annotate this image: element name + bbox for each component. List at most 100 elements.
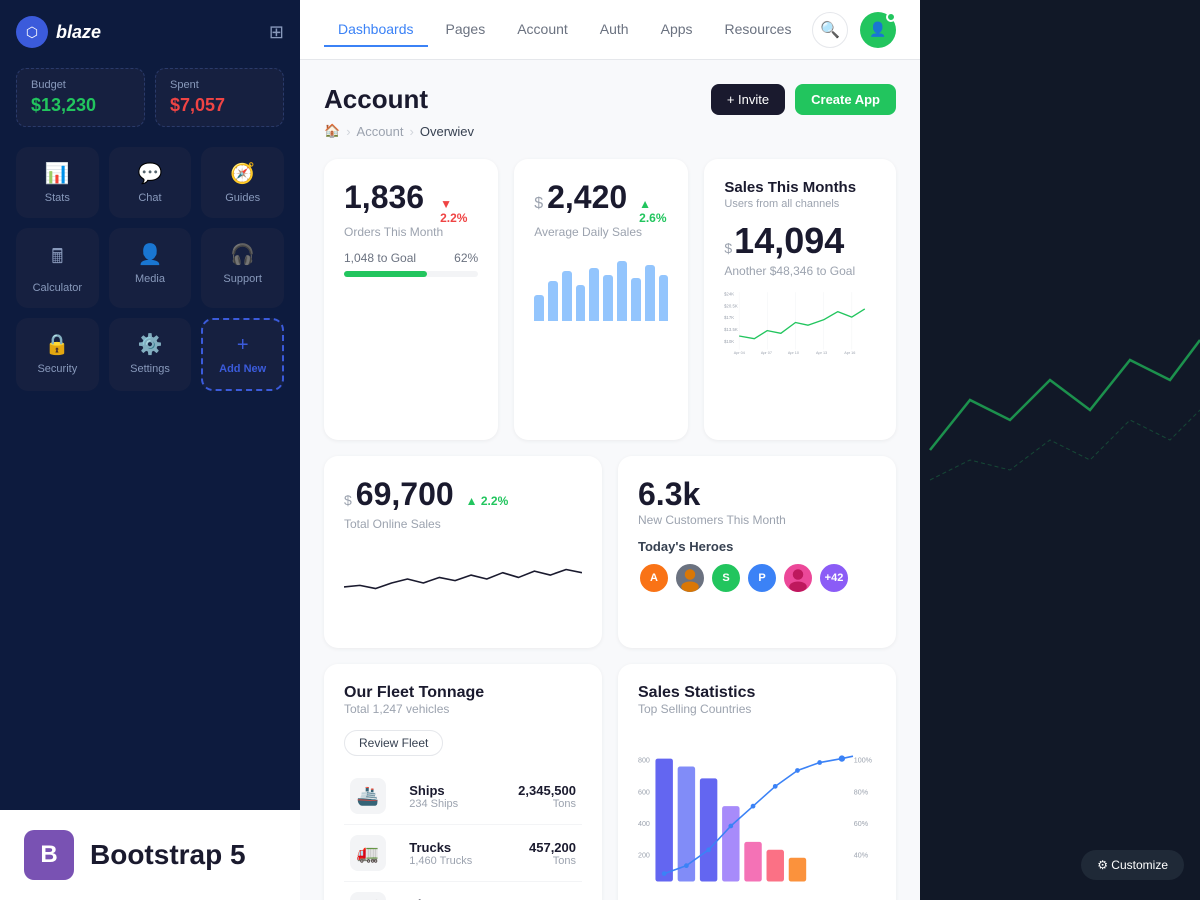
online-indicator (886, 12, 896, 22)
menu-icon[interactable]: ⊞ (269, 22, 284, 43)
customize-button[interactable]: ⚙ Customize (1081, 850, 1184, 880)
sidebar-item-label: Security (37, 363, 77, 375)
add-new-label: Add New (219, 363, 266, 375)
plane-value: 1,240 (502, 897, 576, 900)
bar-5 (589, 268, 599, 321)
ship-name: Ships (409, 783, 490, 798)
plane-icon: ✈️ (350, 892, 386, 900)
budget-row: Budget $13,230 Spent $7,057 (16, 68, 284, 127)
bar-7 (617, 261, 627, 321)
header-actions: + Invite Create App (711, 84, 896, 115)
heroes-avatars: A S P +42 (638, 562, 876, 594)
right-panel-content (920, 0, 1200, 40)
bar-10 (659, 275, 669, 321)
sidebar-item-label: Stats (45, 192, 70, 204)
content-area: Account + Invite Create App 🏠 › Account … (300, 60, 920, 900)
fleet-subtitle: Total 1,247 vehicles (344, 702, 582, 716)
total-sales-value: 69,700 (356, 476, 454, 513)
table-row: 🚛 Trucks 1,460 Trucks 457,200 Tons (344, 825, 582, 882)
orders-label: Orders This Month (344, 225, 478, 239)
budget-label: Budget (31, 79, 130, 91)
heroes-section: Today's Heroes A S P +42 (638, 539, 876, 594)
svg-text:Apr 04: Apr 04 (734, 351, 745, 355)
svg-text:100%: 100% (854, 757, 873, 765)
nav-link-apps[interactable]: Apps (647, 13, 707, 47)
sidebar-item-settings[interactable]: ⚙️ Settings (109, 318, 192, 391)
heroes-title: Today's Heroes (638, 539, 876, 554)
create-app-button[interactable]: Create App (795, 84, 896, 115)
sales-month-goal: Another $48,346 to Goal (724, 264, 876, 278)
svg-text:400: 400 (638, 820, 650, 828)
svg-text:$24K: $24K (724, 291, 734, 296)
right-panel: ⚙ Customize (920, 0, 1200, 900)
nav-link-dashboards[interactable]: Dashboards (324, 13, 428, 47)
hero-avatar-3: S (710, 562, 742, 594)
sidebar-item-label: Settings (130, 363, 170, 375)
avg-sales-label: Average Daily Sales (534, 225, 668, 239)
sidebar: ⬡ blaze ⊞ Budget $13,230 Spent $7,057 📊 … (0, 0, 300, 900)
logo-icon: ⬡ (16, 16, 48, 48)
ship-sub: 234 Ships (409, 798, 490, 810)
nav-link-auth[interactable]: Auth (586, 13, 643, 47)
sidebar-item-guides[interactable]: 🧭 Guides (201, 147, 284, 218)
ship-value: 2,345,500 (502, 783, 576, 798)
bar-6 (603, 275, 613, 321)
fleet-title: Our Fleet Tonnage (344, 684, 582, 702)
add-new-button[interactable]: + Add New (201, 318, 284, 391)
sidebar-item-label: Guides (225, 192, 260, 204)
nav-link-account[interactable]: Account (503, 13, 582, 47)
svg-text:Apr 13: Apr 13 (816, 351, 827, 355)
customers-label: New Customers This Month (638, 513, 876, 527)
top-navigation: Dashboards Pages Account Auth Apps Resou… (300, 0, 920, 60)
sidebar-item-calculator[interactable]: 🖩 Calculator (16, 228, 99, 308)
sales-stats-chart: 800 600 400 200 100% 80% 60% 40 (638, 726, 876, 900)
spent-card: Spent $7,057 (155, 68, 284, 127)
breadcrumb-home: 🏠 (324, 123, 340, 139)
sidebar-item-media[interactable]: 👤 Media (109, 228, 192, 308)
progress-bar-fill (344, 271, 427, 277)
bar-1 (534, 295, 544, 321)
bootstrap-icon: B (24, 830, 74, 880)
sales-month-value: 14,094 (734, 220, 844, 262)
cards-row-2: $ 69,700 ▲ 2.2% Total Online Sales 6.3k … (324, 456, 896, 648)
user-avatar[interactable]: 👤 (860, 12, 896, 48)
hero-avatar-2 (674, 562, 706, 594)
budget-value: $13,230 (31, 95, 130, 116)
truck-name: Trucks (409, 840, 490, 855)
review-fleet-button[interactable]: Review Fleet (344, 730, 443, 756)
sidebar-header: ⬡ blaze ⊞ (16, 16, 284, 48)
bar-3 (562, 271, 572, 321)
customers-value: 6.3k (638, 476, 700, 512)
spent-value: $7,057 (170, 95, 269, 116)
goal-pct: 62% (454, 251, 478, 265)
security-icon: 🔒 (45, 332, 70, 357)
total-sales-card: $ 69,700 ▲ 2.2% Total Online Sales (324, 456, 602, 648)
sidebar-item-support[interactable]: 🎧 Support (201, 228, 284, 308)
bar-2 (548, 281, 558, 321)
truck-value: 457,200 (502, 840, 576, 855)
sidebar-item-stats[interactable]: 📊 Stats (16, 147, 99, 218)
avg-sales-change: ▲ 2.6% (639, 197, 668, 225)
guides-icon: 🧭 (230, 161, 255, 186)
logo: ⬡ blaze (16, 16, 101, 48)
nav-link-pages[interactable]: Pages (432, 13, 500, 47)
settings-icon: ⚙️ (138, 332, 163, 357)
progress-bar-bg (344, 271, 478, 277)
hero-avatar-5 (782, 562, 814, 594)
sales-month-card: Sales This Months Users from all channel… (704, 159, 896, 440)
wavy-chart (344, 543, 582, 623)
main-content: Dashboards Pages Account Auth Apps Resou… (300, 0, 920, 900)
top-nav-right: 🔍 👤 (812, 12, 896, 48)
sidebar-item-chat[interactable]: 💬 Chat (109, 147, 192, 218)
support-icon: 🎧 (230, 242, 255, 267)
stats-icon: 📊 (45, 161, 70, 186)
sidebar-item-security[interactable]: 🔒 Security (16, 318, 99, 391)
sidebar-item-label: Media (135, 273, 165, 285)
progress-label: 1,048 to Goal 62% (344, 251, 478, 265)
spent-label: Spent (170, 79, 269, 91)
sales-stats-card: Sales Statistics Top Selling Countries 8… (618, 664, 896, 900)
invite-button[interactable]: + Invite (711, 84, 785, 115)
search-button[interactable]: 🔍 (812, 12, 848, 48)
nav-link-resources[interactable]: Resources (711, 13, 806, 47)
sidebar-item-label: Support (223, 273, 262, 285)
